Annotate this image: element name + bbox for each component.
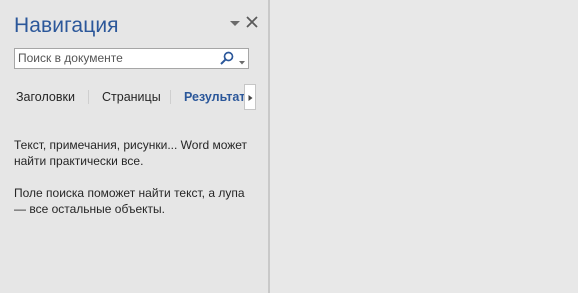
tab-scroll-right-button[interactable]	[244, 84, 256, 110]
nav-tabs: Заголовки Страницы Результаты	[0, 84, 268, 110]
tab-divider	[170, 90, 171, 104]
search-icon[interactable]	[219, 51, 235, 66]
tab-headings[interactable]: Заголовки	[16, 89, 75, 105]
chevron-right-icon	[248, 95, 253, 101]
search-input[interactable]	[18, 49, 213, 68]
search-options-icon[interactable]	[238, 54, 246, 65]
tab-pages[interactable]: Страницы	[102, 89, 161, 105]
pane-menu-icon[interactable]	[229, 16, 241, 28]
document-area[interactable]	[270, 0, 578, 293]
search-box	[14, 48, 249, 69]
pane-title: Навигация	[14, 14, 119, 37]
word-window: Навигация Поиск в документе Заголовки Ст…	[0, 0, 578, 293]
close-icon[interactable]	[245, 15, 259, 29]
navigation-pane: Навигация Поиск в документе Заголовки Ст…	[0, 0, 268, 293]
tab-results[interactable]: Результаты	[184, 89, 244, 105]
tab-divider	[88, 90, 89, 104]
help-text: Поле поиска поможет найти текст, а лупа …	[14, 186, 245, 216]
help-text: Текст, примечания, рисунки... Word может…	[14, 138, 248, 168]
